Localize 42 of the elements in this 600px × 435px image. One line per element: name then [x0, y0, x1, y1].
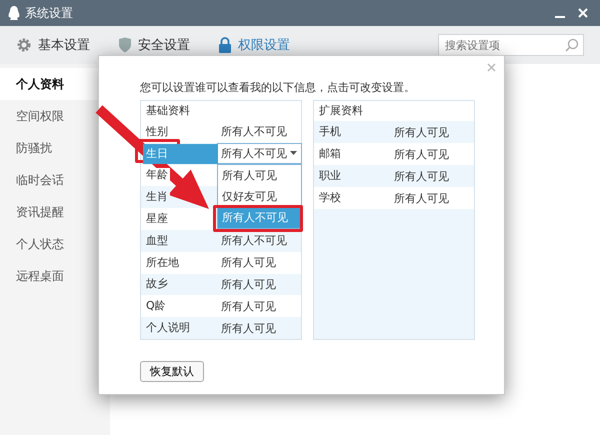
field-label: 所在地	[143, 256, 181, 270]
table-heading: 扩展资料	[314, 101, 474, 121]
lock-icon	[218, 37, 232, 53]
close-icon	[578, 8, 588, 18]
sidebar-item[interactable]: 个人状态	[0, 228, 110, 260]
visibility-value: 所有人可见	[394, 168, 449, 184]
field-label: 手机	[316, 125, 343, 139]
settings-tab[interactable]: 安全设置	[118, 36, 190, 54]
penguin-icon	[8, 6, 20, 20]
visibility-value: 所有人不可见	[221, 124, 287, 140]
visibility-dropdown[interactable]: 所有人不可见	[217, 142, 302, 164]
field-label: 个人说明	[143, 321, 192, 336]
shield-icon	[118, 37, 132, 53]
visibility-value: 所有人可见	[221, 298, 276, 314]
minimize-icon	[555, 16, 565, 18]
gear-icon	[16, 37, 32, 53]
field-label: 血型	[143, 234, 170, 248]
restore-defaults-button[interactable]: 恢复默认	[140, 361, 204, 382]
settings-tab[interactable]: 基本设置	[16, 36, 90, 54]
visibility-value: 所有人可见	[394, 146, 449, 162]
field-label: 学校	[316, 191, 343, 205]
sidebar-item[interactable]: 资讯提醒	[0, 196, 110, 228]
field-label: 故乡	[143, 277, 170, 292]
field-label: 生肖	[143, 190, 170, 204]
field-label: 性别	[143, 124, 170, 139]
search-field[interactable]: 搜索设置项	[438, 34, 584, 56]
instruction-text: 您可以设置谁可以查看我的以下信息，点击可改变设置。	[140, 80, 416, 96]
field-label: 生日	[143, 144, 218, 164]
visibility-value: 所有人可见	[221, 255, 276, 270]
visibility-value: 所有人可见	[394, 190, 449, 206]
caret-icon	[290, 151, 297, 156]
settings-tab[interactable]: 权限设置	[218, 36, 290, 54]
field-label: 年龄	[143, 168, 170, 182]
window-title: 系统设置	[25, 4, 74, 22]
visibility-value: 所有人可见	[221, 320, 276, 336]
visibility-value: 所有人不可见	[221, 233, 287, 248]
visibility-value: 所有人可见	[221, 276, 276, 292]
sidebar-item[interactable]: 远程桌面	[0, 260, 110, 292]
search-icon	[565, 38, 579, 52]
field-label: 职业	[316, 169, 343, 183]
visibility-value: 所有人可见	[394, 124, 449, 140]
sidebar-item[interactable]: 空间权限	[0, 100, 110, 132]
